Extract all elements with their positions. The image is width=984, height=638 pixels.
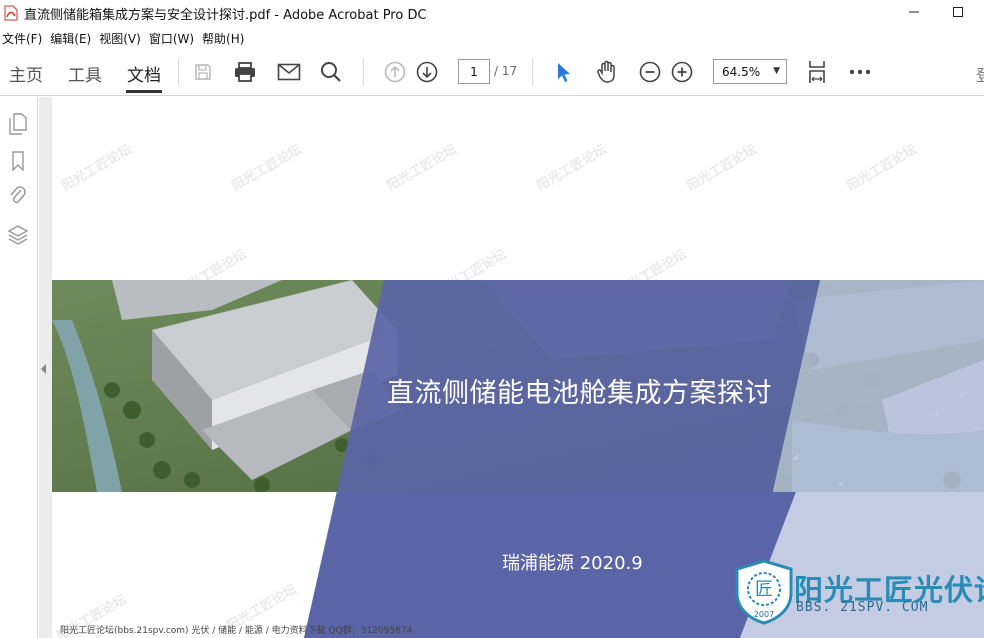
attachments-button[interactable] (7, 185, 29, 207)
sign-in-label[interactable]: 登 (976, 62, 984, 86)
bookmark-icon (12, 151, 24, 171)
pdf-page: 阳光工匠论坛 阳光工匠论坛 阳光工匠论坛 阳光工匠论坛 阳光工匠论坛 阳光工匠论… (52, 97, 984, 638)
zoom-in-button[interactable] (669, 59, 695, 85)
save-icon (195, 64, 211, 80)
toolbar-divider (178, 58, 179, 86)
forum-logo-url: BBS. 21SPV. COM (796, 600, 929, 615)
pages-icon (9, 113, 27, 135)
menu-edit[interactable]: 编辑(E) (48, 30, 97, 47)
page-number-input[interactable]: 1 (458, 59, 490, 84)
print-button[interactable] (232, 59, 258, 85)
window-title: 直流侧储能箱集成方案与安全设计探讨.pdf - Adobe Acrobat Pr… (24, 7, 427, 23)
forum-logo-shield: 匠 2007 (735, 559, 793, 625)
mail-icon (277, 63, 301, 81)
layers-icon (7, 225, 29, 245)
tab-home[interactable]: 主页 (9, 61, 43, 86)
logo-year: 2007 (754, 610, 774, 619)
previous-page-button[interactable] (382, 59, 408, 85)
menu-file[interactable]: 文件(F) (0, 30, 48, 47)
search-icon (321, 62, 341, 82)
page-footer: 阳光工匠论坛(bbs.21spv.com) 光伏 / 储能 / 能源 / 电力资… (60, 626, 413, 636)
zoom-out-button[interactable] (637, 59, 663, 85)
logo-glyph: 匠 (755, 579, 773, 600)
cursor-arrow-icon (558, 63, 570, 82)
toolbar-divider (363, 58, 364, 86)
document-subtitle: 瑞浦能源 2020.9 (502, 553, 643, 574)
more-horizontal-icon (849, 69, 871, 75)
page-thumbnails-button[interactable] (7, 113, 29, 135)
menu-help[interactable]: 帮助(H) (200, 30, 250, 47)
page-total: / 17 (494, 64, 518, 78)
arrow-down-circle-icon (416, 61, 438, 83)
arrow-up-circle-icon (384, 61, 406, 83)
minimize-icon (909, 11, 919, 13)
zoom-in-icon (671, 61, 693, 83)
document-title: 直流侧储能电池舱集成方案探讨 (387, 378, 772, 409)
menu-bar: 文件(F) 编辑(E) 视图(V) 窗口(W) 帮助(H) (0, 28, 984, 48)
collapse-pane-arrow-icon[interactable] (41, 364, 46, 374)
fit-page-button[interactable] (804, 59, 830, 85)
next-page-button[interactable] (414, 59, 440, 85)
print-icon (235, 62, 255, 82)
menu-view[interactable]: 视图(V) (97, 30, 147, 47)
title-bar: 直流侧储能箱集成方案与安全设计探讨.pdf - Adobe Acrobat Pr… (0, 0, 984, 26)
select-tool-button[interactable] (551, 59, 577, 85)
hand-tool-button[interactable] (594, 59, 620, 85)
acrobat-pdf-icon (4, 5, 18, 21)
tab-document[interactable]: 文档 (127, 61, 161, 86)
email-button[interactable] (276, 59, 302, 85)
fit-width-icon (809, 61, 825, 83)
navigation-pane (0, 97, 38, 638)
chevron-down-icon: ▼ (773, 66, 780, 76)
toolbar-divider (532, 58, 533, 86)
hand-icon (597, 60, 615, 83)
paperclip-icon (10, 186, 26, 204)
zoom-out-icon (639, 61, 661, 83)
menu-window[interactable]: 窗口(W) (147, 30, 200, 47)
active-tab-indicator (126, 90, 162, 93)
toolbar: 主页 工具 文档 1 / 17 64.5% ▼ 登 (0, 48, 984, 96)
more-tools-button[interactable] (847, 59, 873, 85)
minimize-button[interactable] (906, 4, 922, 20)
maximize-icon (953, 7, 963, 17)
zoom-select[interactable]: 64.5% ▼ (713, 59, 787, 84)
save-button[interactable] (190, 59, 216, 85)
bookmarks-button[interactable] (7, 150, 29, 172)
layers-button[interactable] (7, 224, 29, 246)
maximize-button[interactable] (950, 4, 966, 20)
search-button[interactable] (318, 59, 344, 85)
tab-tools[interactable]: 工具 (68, 61, 102, 86)
zoom-value: 64.5% (722, 64, 761, 79)
